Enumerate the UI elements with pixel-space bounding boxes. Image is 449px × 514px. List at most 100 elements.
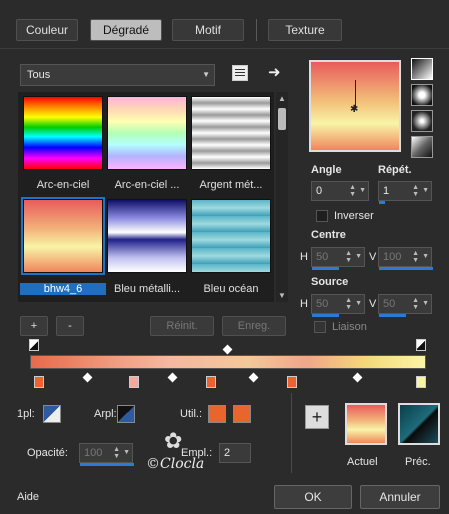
gradient-filter-select[interactable]: Tous ▼ xyxy=(20,64,215,86)
opacity-stop-right[interactable] xyxy=(416,339,426,351)
tab-texture[interactable]: Texture xyxy=(268,19,342,41)
location-value: 2 xyxy=(224,447,231,459)
center-h-input[interactable]: 50 ▲ ▼ ▼ xyxy=(311,247,365,270)
help-link[interactable]: Aide xyxy=(17,491,39,503)
scroll-down-icon[interactable]: ▼ xyxy=(278,291,286,300)
gradient-style-radial-button[interactable] xyxy=(411,136,433,158)
arrow-right-icon[interactable]: ➜ xyxy=(268,63,281,81)
library-icon[interactable] xyxy=(232,65,248,81)
reset-button[interactable]: Réinit. xyxy=(150,316,214,336)
chevron-down-icon[interactable]: ▼ xyxy=(422,248,429,266)
location-input[interactable]: 2 xyxy=(219,443,251,463)
previous-label: Préc. xyxy=(405,456,431,468)
scroll-up-icon[interactable]: ▲ xyxy=(278,94,286,103)
gradient-thumb-bleu-ocean[interactable] xyxy=(191,199,271,273)
gradient-thumb-bleu-metallique[interactable] xyxy=(107,199,187,273)
first-plan-color-button[interactable] xyxy=(43,405,61,423)
user-color-radio[interactable] xyxy=(208,405,226,423)
angle-value: 0 xyxy=(316,185,323,197)
center-v-stepper-icon[interactable]: ▲ ▼ xyxy=(412,250,419,264)
swap-divider xyxy=(291,393,292,473)
link-checkbox[interactable] xyxy=(314,321,326,333)
center-v-slider-bar[interactable] xyxy=(379,267,433,270)
chevron-down-icon[interactable]: ▼ xyxy=(422,182,429,200)
angle-stepper-icon[interactable]: ▲ ▼ xyxy=(349,184,356,198)
gradient-thumb-arc-en-ciel[interactable] xyxy=(23,96,103,170)
source-h-value: 50 xyxy=(316,298,329,310)
chevron-down-icon[interactable]: ▼ xyxy=(355,248,362,266)
color-stop[interactable] xyxy=(34,376,44,388)
angle-input[interactable]: 0 ▲ ▼ ▼ xyxy=(311,181,369,201)
gradient-scrollbar[interactable]: ▲ ▼ xyxy=(276,92,288,302)
center-label: Centre xyxy=(311,229,346,241)
gradient-label: Argent mét... xyxy=(199,179,263,191)
source-v-slider-bar[interactable] xyxy=(379,314,406,317)
gradient-style-sunburst-button[interactable] xyxy=(411,110,433,132)
opacity-input[interactable]: 100 ▲ ▼ ▼ xyxy=(79,443,134,466)
gradient-thumb-bhw4-6[interactable] xyxy=(21,197,105,275)
gradient-editor-bar[interactable] xyxy=(30,355,426,369)
center-v-label: V xyxy=(369,251,377,263)
chevron-down-icon[interactable]: ▼ xyxy=(359,182,366,200)
source-h-stepper-icon[interactable]: ▲ ▼ xyxy=(345,297,352,311)
remove-stop-button[interactable]: - xyxy=(56,316,84,336)
tab-couleur[interactable]: Couleur xyxy=(16,19,78,41)
current-gradient-swatch[interactable] xyxy=(345,403,387,445)
source-h-label: H xyxy=(300,298,308,310)
direction-handle-star-icon[interactable]: ✱ xyxy=(350,104,358,115)
add-stop-button[interactable]: + xyxy=(20,316,48,336)
second-plan-label: Arpl: xyxy=(94,408,117,420)
tab-motif[interactable]: Motif xyxy=(172,19,244,41)
user-color-button[interactable] xyxy=(233,405,251,423)
swap-plus-button[interactable]: + xyxy=(305,405,329,429)
source-label: Source xyxy=(311,276,349,288)
center-h-value: 50 xyxy=(316,251,329,263)
gradient-label-selected: bhw4_6 xyxy=(20,283,106,295)
user-color-label: Util.: xyxy=(180,408,202,420)
scroll-thumb[interactable] xyxy=(278,108,286,130)
previous-gradient-swatch[interactable] xyxy=(398,403,440,445)
link-label[interactable]: Liaison xyxy=(332,321,367,333)
chevron-down-icon[interactable]: ▼ xyxy=(123,444,130,462)
invert-label[interactable]: Inverser xyxy=(334,210,374,222)
opacity-stop-left[interactable] xyxy=(29,339,39,351)
gradient-style-linear-button[interactable] xyxy=(411,58,433,80)
gradient-style-rectangular-button[interactable] xyxy=(411,84,433,106)
cancel-button[interactable]: Annuler xyxy=(360,485,440,509)
angle-label: Angle xyxy=(311,164,342,176)
source-v-stepper-icon[interactable]: ▲ ▼ xyxy=(412,297,419,311)
color-stop[interactable] xyxy=(129,376,139,388)
chevron-down-icon[interactable]: ▼ xyxy=(422,295,429,313)
color-stop-selected[interactable] xyxy=(416,376,426,388)
chevron-down-icon[interactable]: ▼ xyxy=(355,295,362,313)
second-plan-color-button[interactable] xyxy=(117,405,135,423)
source-h-input[interactable]: 50 ▲ ▼ ▼ xyxy=(311,294,365,317)
center-v-value: 100 xyxy=(383,251,402,263)
color-stop[interactable] xyxy=(287,376,297,388)
gradient-label: Arc-en-ciel xyxy=(36,179,90,191)
repeat-stepper-icon[interactable]: ▲ ▼ xyxy=(412,184,419,198)
first-plan-label: 1pl: xyxy=(17,408,35,420)
opacity-stepper-icon[interactable]: ▲ ▼ xyxy=(113,446,120,460)
gradient-thumb-argent-metallique[interactable] xyxy=(191,96,271,170)
invert-checkbox[interactable] xyxy=(316,210,328,222)
ok-button[interactable]: OK xyxy=(274,485,352,509)
center-v-input[interactable]: 100 ▲ ▼ ▼ xyxy=(378,247,433,270)
center-h-slider-bar[interactable] xyxy=(312,267,339,270)
repeat-label: Répét. xyxy=(378,164,412,176)
gradient-thumb-arc-en-ciel-pastel[interactable] xyxy=(107,96,187,170)
repeat-slider-bar[interactable] xyxy=(379,201,385,204)
source-v-value: 50 xyxy=(383,298,396,310)
gradient-label: Bleu océan xyxy=(203,283,259,295)
tab-degrade[interactable]: Dégradé xyxy=(90,19,162,41)
source-h-slider-bar[interactable] xyxy=(312,314,339,317)
save-button[interactable]: Enreg. xyxy=(222,316,286,336)
source-v-input[interactable]: 50 ▲ ▼ ▼ xyxy=(378,294,432,317)
gradient-label: Arc-en-ciel ... xyxy=(114,179,180,191)
chevron-down-icon: ▼ xyxy=(202,70,210,79)
opacity-slider-bar[interactable] xyxy=(80,463,134,466)
repeat-input[interactable]: 1 ▲ ▼ ▼ xyxy=(378,181,432,204)
color-stop[interactable] xyxy=(206,376,216,388)
gradient-preview[interactable]: ✱ xyxy=(309,60,401,152)
center-h-stepper-icon[interactable]: ▲ ▼ xyxy=(345,250,352,264)
